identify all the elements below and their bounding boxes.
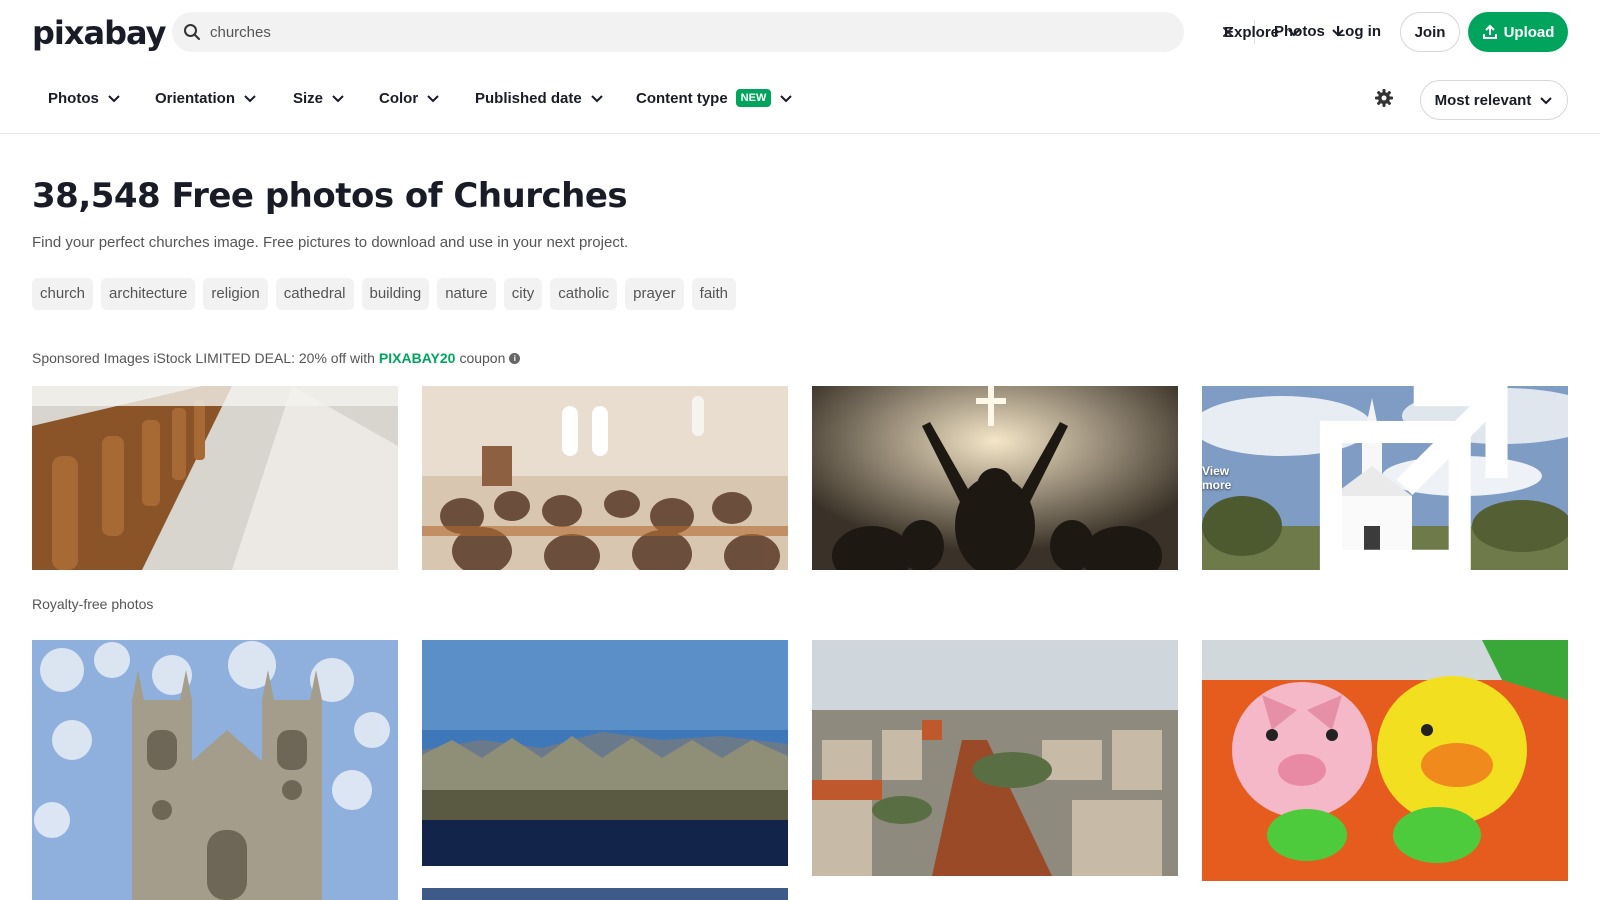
search-input[interactable] bbox=[210, 12, 990, 52]
filter-photos[interactable]: Photos bbox=[48, 80, 121, 116]
chevron-down-icon bbox=[1288, 29, 1300, 37]
chevron-down-icon bbox=[590, 95, 603, 103]
tag-city[interactable]: city bbox=[503, 278, 543, 310]
photo-plush-toys[interactable] bbox=[1202, 640, 1568, 881]
photo-partial[interactable] bbox=[422, 888, 788, 900]
info-icon[interactable]: i bbox=[509, 352, 521, 364]
upload-button[interactable]: Upload bbox=[1468, 12, 1568, 52]
header: pixabay Photos Explore Log in Join Uploa… bbox=[0, 0, 1600, 64]
sort-label: Most relevant bbox=[1434, 91, 1532, 109]
chevron-down-icon bbox=[244, 95, 256, 103]
explore-menu[interactable]: Explore bbox=[1224, 12, 1301, 52]
upload-label: Upload bbox=[1503, 23, 1555, 41]
photo-city-rooftops[interactable] bbox=[812, 640, 1178, 876]
chevron-down-icon bbox=[427, 95, 439, 103]
related-tags: church architecture religion cathedral b… bbox=[32, 278, 737, 310]
tag-catholic[interactable]: catholic bbox=[550, 278, 618, 310]
tag-church[interactable]: church bbox=[32, 278, 94, 310]
page-title: 38,548 Free photos of Churches bbox=[32, 176, 628, 216]
tag-building[interactable]: building bbox=[361, 278, 430, 310]
filter-label: Size bbox=[293, 89, 324, 107]
tag-nature[interactable]: nature bbox=[437, 278, 496, 310]
filter-label: Orientation bbox=[155, 89, 236, 107]
tag-faith[interactable]: faith bbox=[691, 278, 737, 310]
coupon-suffix: coupon bbox=[459, 350, 506, 366]
chevron-down-icon bbox=[1540, 97, 1553, 105]
photo-coastal-cliffs[interactable] bbox=[422, 640, 788, 866]
chevron-down-icon bbox=[108, 95, 120, 103]
explore-label: Explore bbox=[1224, 23, 1280, 41]
sponsored-image-white-church[interactable]: View more bbox=[1202, 386, 1568, 570]
filter-published-date[interactable]: Published date bbox=[475, 80, 604, 116]
filter-bar: Photos Orientation Size Color Published … bbox=[0, 78, 1600, 134]
search-icon bbox=[184, 24, 200, 40]
sponsored-image-congregation[interactable] bbox=[422, 386, 788, 570]
pixabay-logo[interactable]: pixabay bbox=[32, 14, 166, 52]
coupon-code[interactable]: PIXABAY20 bbox=[379, 350, 456, 366]
sponsored-image-pews[interactable] bbox=[32, 386, 398, 570]
sponsored-image-worship[interactable] bbox=[812, 386, 1178, 570]
gear-icon[interactable] bbox=[1374, 88, 1394, 108]
tag-prayer[interactable]: prayer bbox=[625, 278, 684, 310]
upload-icon bbox=[1482, 24, 1497, 39]
join-button[interactable]: Join bbox=[1400, 12, 1460, 52]
login-link[interactable]: Log in bbox=[1336, 12, 1381, 52]
view-more-label: View more bbox=[1202, 464, 1232, 492]
filter-label: Photos bbox=[48, 89, 99, 107]
external-link-icon bbox=[1319, 386, 1508, 570]
search-bar[interactable]: Photos bbox=[172, 12, 1344, 52]
sponsored-banner: Sponsored Images iStock LIMITED DEAL: 20… bbox=[32, 350, 521, 366]
page-subtitle: Find your perfect churches image. Free p… bbox=[32, 234, 629, 251]
new-badge: NEW bbox=[735, 89, 772, 107]
sort-dropdown[interactable]: Most relevant bbox=[1420, 80, 1568, 120]
sponsored-text: Sponsored Images iStock LIMITED DEAL: 20… bbox=[32, 350, 375, 366]
filter-label: Color bbox=[379, 89, 419, 107]
tag-architecture[interactable]: architecture bbox=[101, 278, 196, 310]
filter-size[interactable]: Size bbox=[293, 80, 345, 116]
chevron-down-icon bbox=[332, 95, 344, 103]
tag-religion[interactable]: religion bbox=[203, 278, 268, 310]
filter-label: Content type bbox=[636, 89, 728, 107]
chevron-down-icon bbox=[780, 95, 793, 103]
view-more-overlay[interactable]: View more bbox=[1202, 386, 1568, 570]
tag-cathedral[interactable]: cathedral bbox=[275, 278, 354, 310]
filter-color[interactable]: Color bbox=[379, 80, 440, 116]
filter-content-type[interactable]: Content type NEW bbox=[636, 80, 793, 116]
filter-orientation[interactable]: Orientation bbox=[155, 80, 257, 116]
filter-label: Published date bbox=[475, 89, 582, 107]
royalty-free-label: Royalty-free photos bbox=[32, 596, 154, 612]
photo-westminster-abbey[interactable] bbox=[32, 640, 398, 900]
